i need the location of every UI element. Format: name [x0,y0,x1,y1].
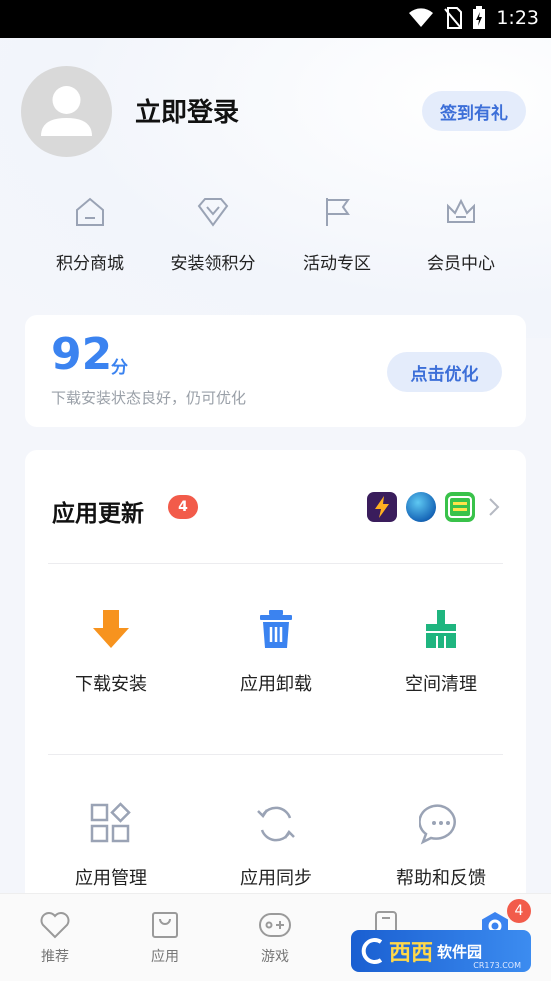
nav-games[interactable]: 游戏 [235,910,315,966]
quick-link-label: 会员中心 [427,254,495,274]
nav-label: 推荐 [41,949,69,965]
quick-link-install-points[interactable]: 安装领积分 [153,195,273,274]
clock: 1:23 [496,7,539,29]
tool-download-install[interactable]: 下载安装 [41,608,181,696]
tools-card: 应用更新 4 下载安装 应用卸载 空间清理 应用管理 应用同步 帮助和反馈 [25,450,526,910]
quick-link-label: 积分商城 [56,254,124,274]
tool-space-cleanup[interactable]: 空间清理 [371,608,511,696]
flag-icon [326,198,350,226]
quick-link-points-mall[interactable]: 积分商城 [30,195,150,274]
site-watermark: 西西 软件园 CR173.COM [351,930,531,972]
tool-label: 帮助和反馈 [396,868,486,889]
no-sim-icon [444,7,463,29]
watermark-text: 软件园 [437,942,483,961]
trash-icon [260,610,292,648]
broom-icon [426,610,456,648]
tool-label: 应用卸载 [240,674,312,695]
optimize-button[interactable]: 点击优化 [387,352,502,392]
update-count-badge: 4 [168,495,198,519]
tool-uninstall[interactable]: 应用卸载 [206,608,346,696]
chevron-right-icon[interactable] [487,496,501,518]
nav-apps[interactable]: 应用 [125,910,205,966]
heart-icon [40,912,70,939]
watermark-brand: 西西 [389,941,434,966]
tool-app-manager[interactable]: 应用管理 [41,802,181,890]
quick-link-activities[interactable]: 活动专区 [277,195,397,274]
grid-icon [90,802,131,843]
tool-label: 空间清理 [405,674,477,695]
tool-help-feedback[interactable]: 帮助和反馈 [371,802,511,890]
app-icon-lightning [367,492,397,522]
login-link[interactable]: 立即登录 [135,92,239,129]
user-placeholder-icon [41,86,92,136]
diamond-icon [197,198,229,227]
gamepad-icon [259,913,291,937]
avatar[interactable] [21,66,112,157]
tool-label: 应用同步 [240,868,312,889]
divider [48,563,503,564]
nav-recommend[interactable]: 推荐 [15,910,95,966]
quick-link-label: 活动专区 [303,254,371,274]
tool-app-sync[interactable]: 应用同步 [206,802,346,890]
wifi-icon [409,8,434,27]
battery-charging-icon [473,6,486,29]
status-bar: 1:23 [0,0,551,38]
quick-link-label: 安装领积分 [170,254,256,274]
download-arrow-icon [93,610,129,648]
nav-label: 应用 [151,949,179,965]
tool-label: 应用管理 [75,868,147,889]
divider [48,754,503,755]
quick-link-vip-center[interactable]: 会员中心 [401,195,521,274]
app-icon-game-hall [445,492,475,522]
sync-icon [257,806,295,842]
app-update-title[interactable]: 应用更新 [52,494,144,528]
score-unit: 分 [111,358,128,378]
signin-reward-button[interactable]: 签到有礼 [422,91,526,131]
watermark-url: CR173.COM [473,961,521,970]
nav-label: 游戏 [261,949,289,965]
bag-icon [152,912,178,938]
tool-label: 下载安装 [75,674,147,695]
download-score-card: 92 分 下载安装状态良好，仍可优化 点击优化 [25,315,526,427]
chat-icon [419,804,456,845]
me-notification-badge: 4 [507,899,531,923]
score-description: 下载安装状态良好，仍可优化 [51,389,247,407]
house-icon [76,197,104,226]
watermark-logo-icon [361,938,383,964]
quick-links: 积分商城 安装领积分 活动专区 会员中心 [0,195,551,285]
score-value: 92 [51,329,113,380]
crown-icon [447,198,475,223]
app-icon-globe [406,492,436,522]
update-app-icons[interactable] [367,492,475,522]
